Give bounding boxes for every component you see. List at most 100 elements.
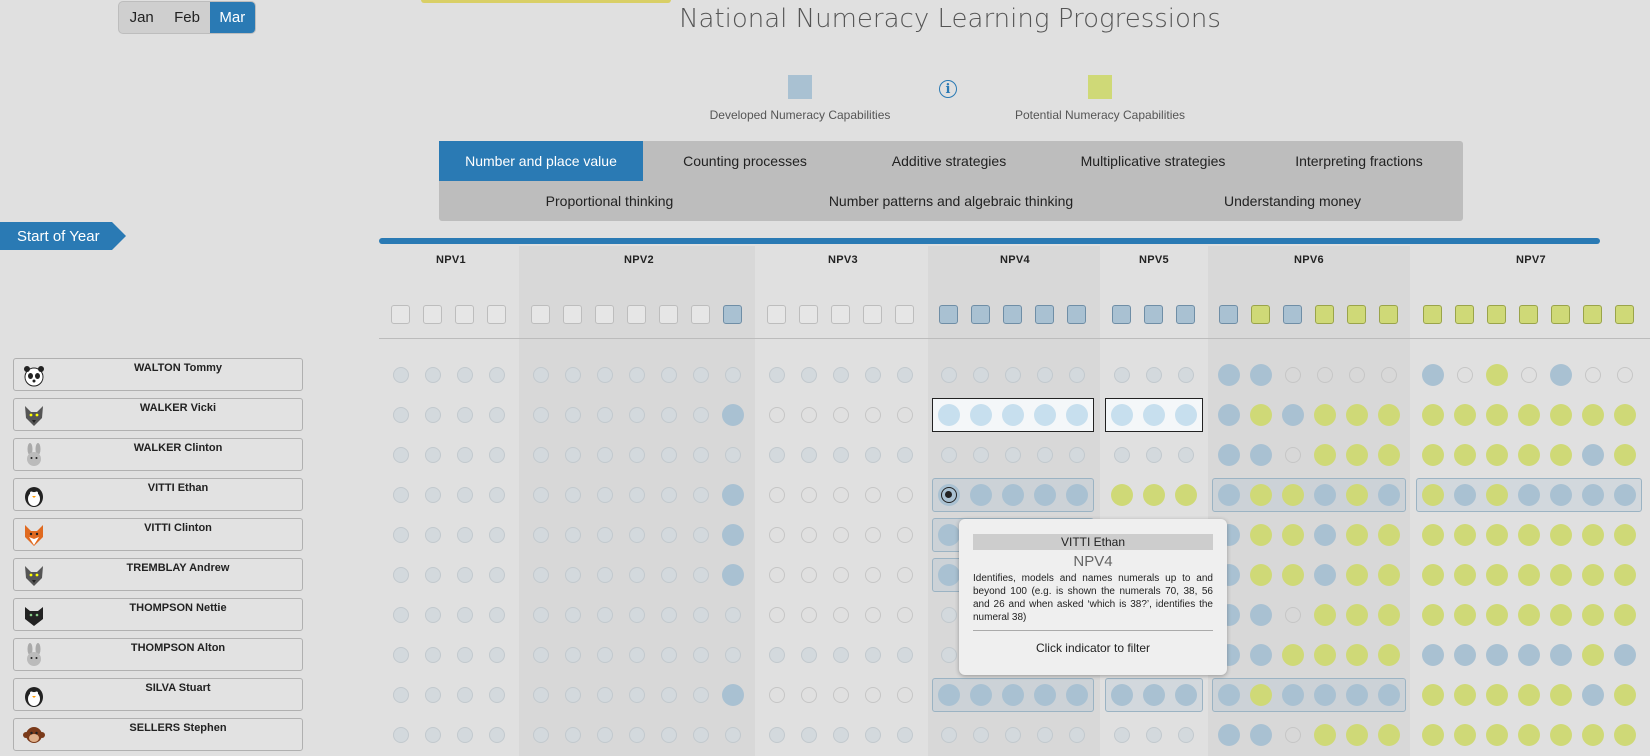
inactive-indicator[interactable]	[565, 567, 581, 583]
developed-indicator[interactable]	[1582, 444, 1604, 466]
inactive-indicator[interactable]	[661, 487, 677, 503]
empty-indicator[interactable]	[833, 567, 849, 583]
highlighted-indicator[interactable]	[938, 404, 960, 426]
inactive-indicator[interactable]	[533, 527, 549, 543]
inactive-indicator[interactable]	[457, 567, 473, 583]
strand-tab-understanding-money[interactable]: Understanding money	[1122, 181, 1463, 221]
developed-indicator[interactable]	[1218, 684, 1240, 706]
potential-indicator[interactable]	[1314, 404, 1336, 426]
potential-indicator[interactable]	[1282, 484, 1304, 506]
potential-indicator[interactable]	[1582, 404, 1604, 426]
inactive-indicator[interactable]	[425, 607, 441, 623]
empty-indicator[interactable]	[865, 607, 881, 623]
inactive-indicator[interactable]	[1114, 367, 1130, 383]
developed-indicator[interactable]	[1282, 684, 1304, 706]
inactive-indicator[interactable]	[597, 447, 613, 463]
potential-indicator[interactable]	[1550, 404, 1572, 426]
developed-indicator[interactable]	[1250, 604, 1272, 626]
potential-indicator[interactable]	[1614, 404, 1636, 426]
inactive-indicator[interactable]	[833, 727, 849, 743]
inactive-indicator[interactable]	[457, 447, 473, 463]
inactive-indicator[interactable]	[629, 607, 645, 623]
potential-indicator[interactable]	[1518, 444, 1540, 466]
potential-indicator[interactable]	[1346, 524, 1368, 546]
row-level-group[interactable]	[1212, 478, 1406, 512]
indicator-header-checkbox[interactable]	[531, 305, 550, 324]
indicator-header-checkbox[interactable]	[767, 305, 786, 324]
empty-indicator[interactable]	[769, 527, 785, 543]
potential-indicator[interactable]	[1518, 564, 1540, 586]
potential-indicator[interactable]	[1518, 684, 1540, 706]
inactive-indicator[interactable]	[693, 687, 709, 703]
potential-indicator[interactable]	[1378, 444, 1400, 466]
inactive-indicator[interactable]	[769, 447, 785, 463]
student-row[interactable]: WALTON Tommy	[13, 358, 303, 391]
indicator-header-checkbox[interactable]	[971, 305, 990, 324]
developed-indicator[interactable]	[1314, 524, 1336, 546]
potential-indicator[interactable]	[1422, 404, 1444, 426]
inactive-indicator[interactable]	[457, 487, 473, 503]
inactive-indicator[interactable]	[1069, 367, 1085, 383]
inactive-indicator[interactable]	[629, 687, 645, 703]
developed-indicator[interactable]	[1518, 644, 1540, 666]
developed-indicator[interactable]	[970, 484, 992, 506]
potential-indicator[interactable]	[1550, 524, 1572, 546]
developed-indicator[interactable]	[1282, 404, 1304, 426]
highlighted-indicator[interactable]	[1066, 404, 1088, 426]
inactive-indicator[interactable]	[897, 727, 913, 743]
inactive-indicator[interactable]	[565, 607, 581, 623]
inactive-indicator[interactable]	[897, 367, 913, 383]
inactive-indicator[interactable]	[1178, 367, 1194, 383]
potential-indicator[interactable]	[1614, 604, 1636, 626]
empty-indicator[interactable]	[1617, 367, 1633, 383]
potential-indicator[interactable]	[1282, 644, 1304, 666]
inactive-indicator[interactable]	[393, 527, 409, 543]
inactive-indicator[interactable]	[565, 407, 581, 423]
inactive-indicator[interactable]	[457, 367, 473, 383]
inactive-indicator[interactable]	[725, 447, 741, 463]
inactive-indicator[interactable]	[693, 487, 709, 503]
potential-indicator[interactable]	[1378, 604, 1400, 626]
developed-indicator[interactable]	[1550, 644, 1572, 666]
potential-indicator[interactable]	[1582, 524, 1604, 546]
inactive-indicator[interactable]	[1069, 447, 1085, 463]
inactive-indicator[interactable]	[425, 367, 441, 383]
developed-indicator[interactable]	[1314, 484, 1336, 506]
developed-indicator[interactable]	[1422, 644, 1444, 666]
indicator-header-checkbox[interactable]	[595, 305, 614, 324]
inactive-indicator[interactable]	[833, 367, 849, 383]
highlighted-indicator[interactable]	[1143, 404, 1165, 426]
inactive-indicator[interactable]	[693, 407, 709, 423]
empty-indicator[interactable]	[769, 607, 785, 623]
empty-indicator[interactable]	[1521, 367, 1537, 383]
inactive-indicator[interactable]	[865, 647, 881, 663]
potential-indicator[interactable]	[1422, 524, 1444, 546]
potential-indicator[interactable]	[1550, 604, 1572, 626]
inactive-indicator[interactable]	[393, 687, 409, 703]
inactive-indicator[interactable]	[629, 567, 645, 583]
potential-indicator[interactable]	[1614, 524, 1636, 546]
potential-indicator[interactable]	[1314, 444, 1336, 466]
inactive-indicator[interactable]	[693, 727, 709, 743]
empty-indicator[interactable]	[865, 687, 881, 703]
potential-indicator[interactable]	[1518, 524, 1540, 546]
potential-indicator[interactable]	[1422, 724, 1444, 746]
inactive-indicator[interactable]	[457, 607, 473, 623]
indicator-header-checkbox[interactable]	[1251, 305, 1270, 324]
inactive-indicator[interactable]	[725, 647, 741, 663]
inactive-indicator[interactable]	[1005, 367, 1021, 383]
info-icon[interactable]: i	[939, 80, 957, 98]
inactive-indicator[interactable]	[457, 647, 473, 663]
potential-indicator[interactable]	[1486, 724, 1508, 746]
potential-indicator[interactable]	[1582, 644, 1604, 666]
inactive-indicator[interactable]	[457, 687, 473, 703]
potential-indicator[interactable]	[1346, 564, 1368, 586]
inactive-indicator[interactable]	[1146, 367, 1162, 383]
potential-indicator[interactable]	[1282, 564, 1304, 586]
inactive-indicator[interactable]	[801, 447, 817, 463]
student-row[interactable]: WALKER Clinton	[13, 438, 303, 471]
empty-indicator[interactable]	[801, 567, 817, 583]
potential-indicator[interactable]	[1550, 684, 1572, 706]
inactive-indicator[interactable]	[833, 447, 849, 463]
developed-indicator[interactable]	[722, 564, 744, 586]
